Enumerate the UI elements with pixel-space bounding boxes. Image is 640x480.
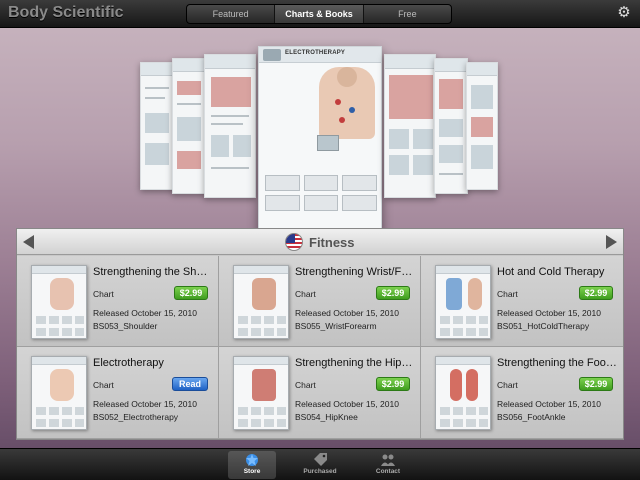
carousel-poster[interactable]	[466, 62, 498, 190]
featured-chart-poster[interactable]: ELECTROTHERAPY	[258, 46, 382, 236]
product-card[interactable]: Hot and Cold Therapy Chart $2.99 Release…	[421, 256, 623, 347]
brand-logo	[263, 49, 281, 61]
product-card[interactable]: Strengthening the Shoulder Chart $2.99 R…	[17, 256, 219, 347]
product-sku: BS054_HipKnee	[295, 412, 358, 422]
read-button[interactable]: Read	[172, 377, 208, 391]
product-thumbnail[interactable]	[233, 265, 289, 339]
category-name: Fitness	[309, 234, 355, 250]
category-header: Fitness	[17, 229, 623, 255]
buy-button[interactable]: $2.99	[376, 286, 410, 300]
release-date: Released October 15, 2010	[497, 399, 601, 409]
product-sku: BS052_Electrotherapy	[93, 412, 179, 422]
tab-store[interactable]: Store	[228, 451, 276, 479]
tab-label: Purchased	[303, 468, 337, 475]
product-type: Chart	[497, 289, 518, 299]
buy-button[interactable]: $2.99	[174, 286, 208, 300]
product-card[interactable]: Strengthening the Hip/Knee Chart $2.99 R…	[219, 347, 421, 439]
segmented-control: Featured Charts & Books Free	[186, 4, 452, 24]
featured-chart-title: ELECTROTHERAPY	[285, 50, 346, 56]
next-category-arrow-icon[interactable]	[606, 235, 617, 249]
buy-button[interactable]: $2.99	[376, 377, 410, 391]
carousel-poster[interactable]	[140, 62, 174, 190]
product-thumbnail[interactable]	[435, 356, 491, 430]
carousel-poster[interactable]	[204, 54, 256, 198]
product-title: Electrotherapy	[93, 357, 164, 369]
product-title: Strengthening the Foot/Ankle	[497, 357, 617, 369]
product-title: Strengthening the Hip/Knee	[295, 357, 415, 369]
product-sku: BS053_Shoulder	[93, 321, 158, 331]
tab-purchased[interactable]: Purchased	[296, 451, 344, 479]
product-card[interactable]: Electrotherapy Chart Read Released Octob…	[17, 347, 219, 439]
release-date: Released October 15, 2010	[497, 308, 601, 318]
release-date: Released October 15, 2010	[295, 399, 399, 409]
carousel-poster[interactable]	[384, 54, 436, 198]
contacts-icon	[381, 454, 395, 466]
segment-featured[interactable]: Featured	[187, 5, 276, 23]
store-panel: Fitness Strengthening the Shoulder Chart…	[16, 228, 624, 440]
product-thumbnail[interactable]	[233, 356, 289, 430]
product-sku: BS051_HotColdTherapy	[497, 321, 590, 331]
category-title: Fitness	[285, 232, 355, 252]
tab-label: Contact	[375, 468, 401, 475]
gear-icon[interactable]: ⚙	[616, 5, 632, 21]
product-type: Chart	[497, 380, 518, 390]
product-type: Chart	[93, 380, 114, 390]
featured-carousel[interactable]: ELECTROTHERAPY	[0, 28, 640, 236]
buy-button[interactable]: $2.99	[579, 377, 613, 391]
product-thumbnail[interactable]	[435, 265, 491, 339]
release-date: Released October 15, 2010	[93, 308, 197, 318]
release-date: Released October 15, 2010	[295, 308, 399, 318]
product-type: Chart	[93, 289, 114, 299]
product-grid: Strengthening the Shoulder Chart $2.99 R…	[17, 256, 623, 439]
segment-charts-books[interactable]: Charts & Books	[275, 5, 364, 23]
carousel-poster[interactable]	[172, 58, 206, 194]
product-sku: BS055_WristForearm	[295, 321, 377, 331]
product-title: Strengthening the Shoulder	[93, 266, 213, 278]
product-type: Chart	[295, 289, 316, 299]
product-title: Hot and Cold Therapy	[497, 266, 605, 278]
previous-category-arrow-icon[interactable]	[23, 235, 34, 249]
thumbnail-grid	[265, 175, 377, 211]
buy-button[interactable]: $2.99	[579, 286, 613, 300]
product-thumbnail[interactable]	[31, 356, 87, 430]
product-thumbnail[interactable]	[31, 265, 87, 339]
product-sku: BS056_FootAnkle	[497, 412, 566, 422]
tab-contact[interactable]: Contact	[364, 451, 412, 479]
price-tag-icon	[314, 453, 327, 466]
product-title: Strengthening Wrist/Forearm	[295, 266, 415, 278]
product-card[interactable]: Strengthening the Foot/Ankle Chart $2.99…	[421, 347, 623, 439]
release-date: Released October 15, 2010	[93, 399, 197, 409]
us-flag-icon	[285, 233, 303, 251]
bottom-tab-bar: Store Purchased Contact	[0, 448, 640, 480]
top-bar: Body Scientific Featured Charts & Books …	[0, 0, 640, 28]
product-card[interactable]: Strengthening Wrist/Forearm Chart $2.99 …	[219, 256, 421, 347]
carousel-poster[interactable]	[434, 58, 468, 194]
tab-label: Store	[243, 468, 261, 475]
product-type: Chart	[295, 380, 316, 390]
star-icon	[246, 454, 258, 466]
segment-free[interactable]: Free	[364, 5, 451, 23]
app-title: Body Scientific	[8, 4, 124, 21]
